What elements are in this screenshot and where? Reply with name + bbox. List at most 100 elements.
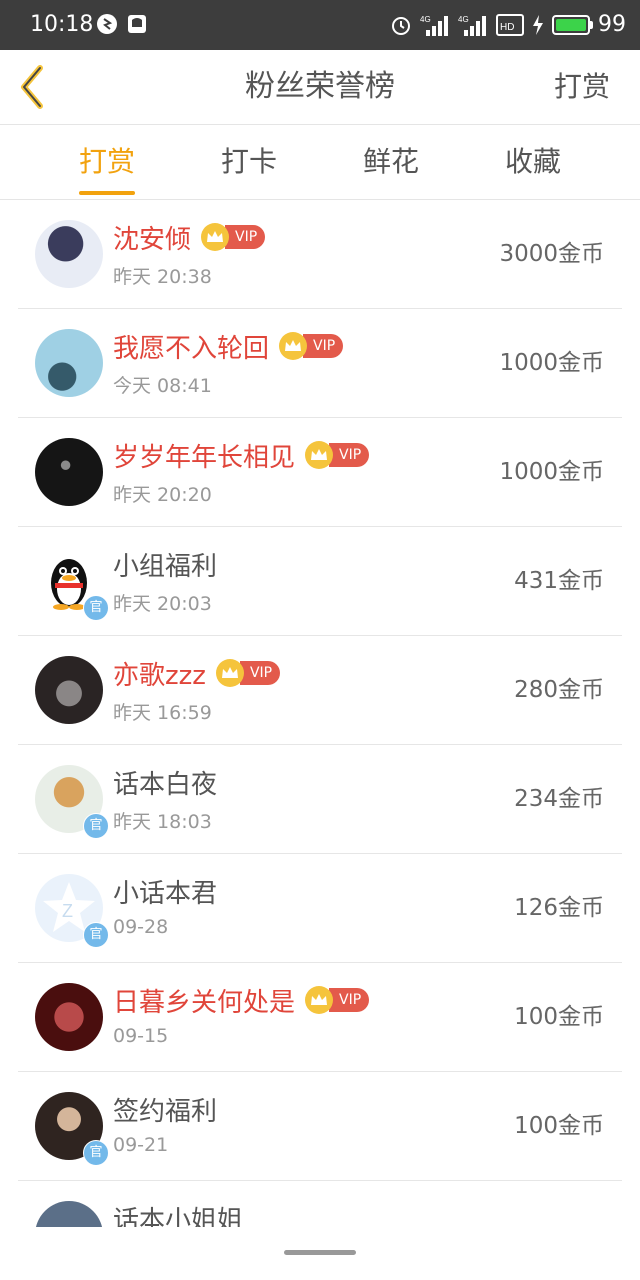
avatar[interactable] (35, 983, 103, 1051)
avatar[interactable] (35, 438, 103, 506)
vip-label: VIP (303, 334, 344, 358)
avatar-image (35, 983, 103, 1051)
battery-icon (552, 15, 593, 35)
fan-name: 沈安倾 (113, 224, 192, 255)
active-tab-indicator (79, 191, 135, 195)
vip-badge: VIP (215, 659, 281, 687)
vip-badge: VIP (305, 441, 370, 469)
svg-text:4G: 4G (458, 15, 469, 24)
fan-name: 签约福利 (113, 1096, 218, 1127)
avatar-image (35, 1201, 103, 1227)
fan-list-item[interactable]: 官话本白夜昨天 18:03 234金币 (18, 745, 622, 854)
fan-list-item[interactable]: 岁岁年年长相见 VIP 昨天 20:20 1000金币 (18, 418, 622, 527)
reward-time: 昨天 20:38 (113, 266, 212, 288)
battery-percent: 99 (598, 12, 626, 37)
tab-favorites[interactable]: 收藏 (463, 125, 603, 199)
vip-label: VIP (329, 443, 370, 467)
fan-name: 我愿不入轮回 (113, 333, 270, 364)
avatar[interactable]: 官 (35, 547, 109, 621)
reward-amount: 1000金币 (499, 350, 604, 376)
charging-icon (533, 15, 543, 35)
crown-icon (201, 223, 230, 251)
home-indicator[interactable] (284, 1250, 356, 1255)
vip-label: VIP (329, 988, 370, 1012)
reward-time: 09-21 (113, 1134, 169, 1156)
crown-icon (305, 986, 334, 1014)
fan-list-item[interactable]: 亦歌zzz VIP 昨天 16:59 280金币 (18, 636, 622, 745)
reward-button[interactable]: 打赏 (554, 50, 610, 124)
crown-icon (305, 441, 334, 469)
avatar[interactable] (35, 1201, 103, 1227)
avatar-image (35, 329, 103, 397)
tab-label: 打赏 (78, 145, 135, 178)
vip-badge: VIP (305, 986, 370, 1014)
fan-name: 话本小姐姐 (113, 1205, 244, 1228)
svg-text:4G: 4G (420, 15, 431, 24)
fan-list-item[interactable]: 日暮乡关何处是 VIP 09-15 100金币 (18, 963, 622, 1072)
fan-name: 小话本君 (113, 878, 218, 909)
svg-text:HD: HD (500, 22, 514, 33)
reward-amount: 3000金币 (499, 241, 604, 267)
reward-time: 09-15 (113, 1025, 169, 1047)
fan-list-item[interactable]: 官签约福利 09-21 100金币 (18, 1072, 622, 1181)
tab-label: 鲜花 (362, 145, 419, 178)
avatar[interactable]: 官 (35, 765, 109, 839)
tab-checkin[interactable]: 打卡 (179, 125, 319, 199)
fan-name: 亦歌zzz (113, 660, 206, 691)
hd-icon: HD (496, 14, 524, 36)
crown-icon (279, 332, 308, 360)
fan-list-item[interactable]: Z 官小话本君 09-28 126金币 (18, 854, 622, 963)
fan-list-item[interactable]: 沈安倾 VIP 昨天 20:38 3000金币 (18, 200, 622, 309)
tab-label: 收藏 (504, 145, 561, 178)
page-title: 粉丝荣誉榜 (245, 69, 395, 104)
tab-bar: 打赏 打卡 鲜花 收藏 (0, 125, 640, 200)
fan-name: 小组福利 (113, 551, 218, 582)
reward-amount: 431金币 (514, 568, 604, 594)
avatar-image (35, 220, 103, 288)
notification-app-icon (97, 14, 117, 34)
avatar-image (35, 438, 103, 506)
alarm-icon (392, 17, 410, 35)
reward-time: 昨天 20:20 (113, 484, 212, 506)
reward-time: 昨天 20:03 (113, 593, 212, 615)
reward-amount: 1000金币 (499, 459, 604, 485)
signal-1-icon: 4G (420, 15, 448, 36)
official-badge-icon: 官 (83, 813, 109, 839)
reward-amount: 234金币 (514, 786, 604, 812)
reward-time: 昨天 18:03 (113, 811, 212, 833)
avatar[interactable] (35, 656, 103, 724)
app-header: 粉丝荣誉榜 打赏 (0, 50, 640, 125)
vip-badge: VIP (201, 223, 266, 251)
reward-time: 昨天 16:59 (113, 702, 212, 724)
avatar[interactable] (35, 329, 103, 397)
fan-list-item[interactable]: 话本小姐姐 (18, 1181, 622, 1227)
avatar-image (35, 656, 103, 724)
reward-amount: 280金币 (514, 677, 604, 703)
fan-name: 岁岁年年长相见 (113, 442, 296, 473)
fan-list-item[interactable]: 我愿不入轮回 VIP 今天 08:41 1000金币 (18, 309, 622, 418)
tab-label: 打卡 (220, 145, 277, 178)
reward-time: 今天 08:41 (113, 375, 212, 397)
official-badge-icon: 官 (83, 595, 109, 621)
svg-text:Z: Z (62, 901, 73, 921)
fan-list-item[interactable]: 官小组福利昨天 20:03 431金币 (18, 527, 622, 636)
notification-message-icon (128, 15, 146, 33)
vip-label: VIP (239, 661, 281, 685)
official-badge-icon: 官 (83, 922, 109, 948)
avatar[interactable] (35, 220, 103, 288)
tab-reward[interactable]: 打赏 (37, 125, 177, 199)
tab-flowers[interactable]: 鲜花 (321, 125, 461, 199)
reward-time: 09-28 (113, 916, 169, 938)
avatar[interactable]: 官 (35, 1092, 109, 1166)
status-bar: 10:18 4G 4G HD 99 (0, 0, 640, 50)
reward-amount: 100金币 (514, 1113, 604, 1139)
fan-ranking-list: 沈安倾 VIP 昨天 20:38 3000金币我愿不入轮回 VIP 今天 08:41 100… (0, 200, 640, 1227)
official-badge-icon: 官 (83, 1140, 109, 1166)
reward-amount: 126金币 (514, 895, 604, 921)
fan-name: 话本白夜 (113, 769, 218, 800)
crown-icon (215, 659, 244, 687)
vip-badge: VIP (279, 332, 344, 360)
signal-2-icon: 4G (458, 15, 486, 36)
fan-name: 日暮乡关何处是 (113, 987, 296, 1018)
avatar[interactable]: Z官 (35, 874, 109, 948)
